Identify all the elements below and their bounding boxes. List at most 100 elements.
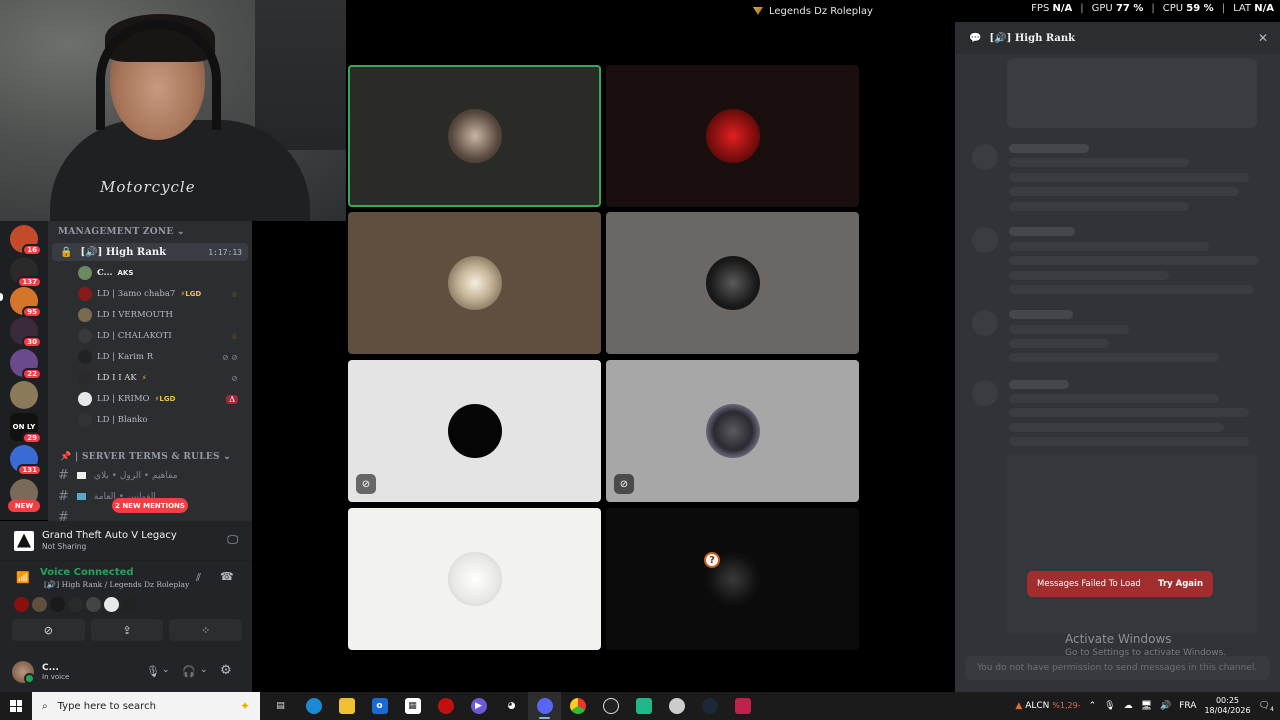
file-explorer-icon[interactable]	[330, 692, 363, 720]
task-view-icon[interactable]: ▤	[264, 692, 297, 720]
voice-member[interactable]: LD | 3amo chaba7 ⚡LGD ♛	[78, 285, 248, 303]
start-button[interactable]	[0, 692, 32, 720]
voice-member[interactable]: LD | Karim R ⊘ ⊘	[78, 348, 248, 366]
text-channel[interactable]: # مفاهيم • الرول • بلاي	[58, 468, 248, 483]
video-tile[interactable]	[606, 65, 859, 207]
chevron-down-icon[interactable]: ⌄	[162, 665, 170, 675]
steam-icon[interactable]	[693, 692, 726, 720]
avatar[interactable]	[32, 597, 47, 612]
category-management-zone[interactable]: MANAGEMENT ZONE ⌄	[58, 227, 185, 237]
volume-icon[interactable]: 🔊	[1160, 701, 1171, 711]
category-server-rules[interactable]: 📌 | SERVER TERMS & RULES ⌄	[60, 452, 231, 462]
voice-channel-name: [🔊] High Rank	[80, 246, 167, 258]
try-again-button[interactable]: Try Again	[1158, 579, 1203, 589]
skeleton-avatar	[972, 144, 998, 170]
new-unreads-pill[interactable]: NEW	[8, 500, 40, 512]
share-screen-button[interactable]: ⇪	[90, 619, 164, 641]
close-icon[interactable]: ✕	[1258, 31, 1268, 45]
server-icon[interactable]: 137	[10, 257, 42, 288]
discord-active-icon[interactable]	[528, 692, 561, 720]
voice-member[interactable]: LD I I AK ⚡ ⊘	[78, 369, 248, 387]
video-tile[interactable]: ?	[606, 508, 859, 650]
voice-participants	[14, 597, 137, 612]
voice-channel-high-rank[interactable]: 🔒 [🔊] High Rank 1:17:13	[52, 243, 248, 261]
video-stage: ⊘ ⊘ ?	[346, 22, 954, 692]
voice-member[interactable]: LD | KRIMO ⚡LGD Δ	[78, 390, 248, 408]
crown-icon: ♛	[230, 289, 238, 299]
user-name[interactable]: C...	[42, 663, 69, 673]
avatar[interactable]	[68, 597, 83, 612]
obs-icon[interactable]	[594, 692, 627, 720]
screen-share-icon[interactable]: 🖵	[227, 533, 238, 547]
skeleton-line	[1009, 271, 1169, 280]
voice-member[interactable]: LD | CHALAKOTI ♛	[78, 327, 248, 345]
microphone-icon[interactable]: 🎙	[146, 665, 160, 678]
avatar[interactable]	[122, 597, 137, 612]
cloud-icon[interactable]: ☁	[1124, 701, 1133, 711]
pin-icon: 📌	[60, 452, 72, 462]
activities-button[interactable]: ⁘	[169, 619, 243, 641]
avatar[interactable]	[12, 660, 35, 684]
spotify-icon[interactable]	[627, 692, 660, 720]
outlook-icon[interactable]: o	[363, 692, 396, 720]
avatar	[78, 266, 92, 280]
noise-suppression-icon[interactable]: ⫽	[196, 571, 201, 585]
media-player-icon[interactable]: ▶	[462, 692, 495, 720]
voice-member[interactable]: LD | Blanko	[78, 411, 248, 429]
voice-member[interactable]: LD I VERMOUTH	[78, 306, 248, 324]
avatar[interactable]	[86, 597, 101, 612]
server-icon[interactable]	[10, 381, 38, 409]
fivem-icon[interactable]	[726, 692, 759, 720]
avatar[interactable]	[104, 597, 119, 612]
pinned-apps: ▤ o ▦ ▶ ◕	[264, 692, 759, 720]
muted-icon: ⊘	[356, 474, 376, 494]
game-launcher-icon[interactable]	[429, 692, 462, 720]
skeleton-embed	[1007, 454, 1257, 634]
disconnect-icon[interactable]: ☎	[220, 570, 234, 583]
title-bar: Legends Dz Roleplay FPS N/A | GPU 77 % |…	[346, 0, 1280, 22]
video-tile[interactable]	[348, 65, 601, 207]
gta-icon	[14, 530, 34, 551]
voice-status[interactable]: Voice Connected	[40, 567, 134, 578]
avatar	[705, 404, 760, 458]
video-tile[interactable]: ⊘	[348, 360, 601, 502]
chrome-icon[interactable]	[561, 692, 594, 720]
video-tile[interactable]	[348, 212, 601, 354]
server-icon[interactable]: 30	[10, 317, 42, 348]
chevron-down-icon[interactable]: ⌄	[200, 665, 208, 675]
avatar[interactable]	[50, 597, 65, 612]
headphones-icon[interactable]: 🎧	[182, 665, 196, 678]
avatar	[447, 109, 502, 163]
taskbar-search[interactable]: ⌕ Type here to search ✦	[32, 692, 260, 720]
server-icon[interactable]: ON LY 29	[10, 413, 42, 444]
voice-member[interactable]: C... AKS	[78, 264, 248, 282]
video-tile[interactable]	[348, 508, 601, 650]
notification-icon[interactable]: 🗨 4	[1259, 701, 1274, 713]
server-icon[interactable]: 22	[10, 349, 42, 380]
server-icon[interactable]: 131	[10, 445, 42, 476]
new-mentions-pill[interactable]: 2 NEW MENTIONS	[112, 498, 188, 513]
server-icon[interactable]: 95	[10, 287, 42, 318]
gear-icon[interactable]: ⚙	[220, 663, 232, 678]
voice-location[interactable]: [🔊] High Rank / Legends Dz Roleplay	[44, 580, 189, 589]
discord-icon[interactable]: ◕	[495, 692, 528, 720]
server-icon[interactable]: 16	[10, 225, 42, 256]
clock[interactable]: 00:25 18/04/2026	[1204, 696, 1250, 716]
avatar	[447, 404, 502, 458]
stock-widget[interactable]: ▲ ALCN %1,29-	[1015, 701, 1080, 711]
channel-list: MANAGEMENT ZONE ⌄ 🔒 [🔊] High Rank 1:17:1…	[48, 221, 252, 521]
network-icon[interactable]: 🖥	[1141, 701, 1152, 711]
store-icon[interactable]: ▦	[396, 692, 429, 720]
user-status: In voice	[42, 672, 70, 681]
skeleton-line	[1009, 394, 1219, 403]
video-tile[interactable]	[606, 212, 859, 354]
microphone-icon[interactable]: 🎙	[1104, 701, 1115, 711]
hash-icon: #	[58, 489, 69, 504]
language-indicator[interactable]: FRA	[1179, 701, 1196, 711]
video-tile[interactable]: ⊘	[606, 360, 859, 502]
avatar[interactable]	[14, 597, 29, 612]
edge-icon[interactable]	[297, 692, 330, 720]
chevron-up-icon[interactable]: ⌃	[1089, 701, 1097, 711]
camera-off-button[interactable]: ⊘	[12, 619, 85, 641]
app-icon[interactable]	[660, 692, 693, 720]
